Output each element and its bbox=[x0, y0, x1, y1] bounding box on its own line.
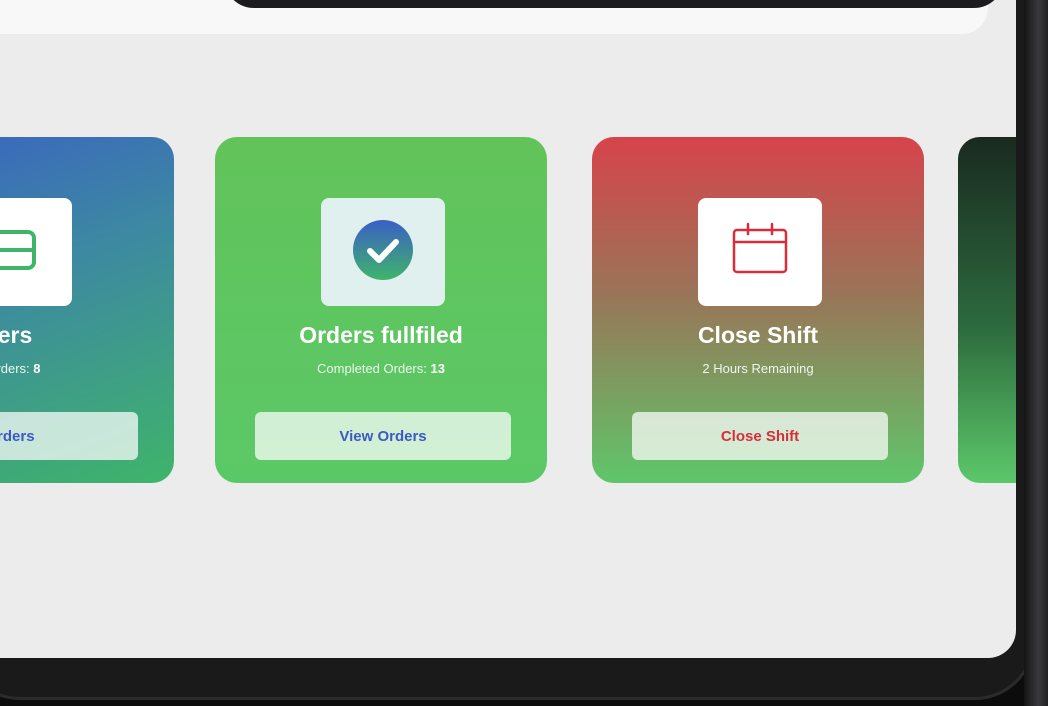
check-circle-icon bbox=[351, 218, 415, 287]
card-subtitle: 2 Hours Remaining bbox=[702, 361, 814, 376]
receipt-icon bbox=[0, 218, 42, 287]
next-card-partial[interactable] bbox=[958, 137, 1016, 483]
view-orders-button[interactable]: View Orders bbox=[255, 412, 511, 460]
card-subtitle: g Orders: 8 bbox=[0, 361, 41, 376]
card-subtitle: Completed Orders: 13 bbox=[317, 361, 445, 376]
card-title: ders bbox=[0, 322, 33, 348]
view-pending-orders-button[interactable]: Orders bbox=[0, 412, 138, 460]
close-shift-button[interactable]: Close Shift bbox=[632, 412, 888, 460]
dashboard-cards: ders g Orders: 8 Orders bbox=[0, 0, 1016, 658]
close-shift-card[interactable]: Close Shift 2 Hours Remaining Close Shif… bbox=[592, 137, 924, 483]
card-title: Orders fullfiled bbox=[299, 322, 463, 348]
icon-box bbox=[0, 198, 72, 306]
calendar-icon bbox=[728, 218, 792, 287]
device-edge bbox=[1024, 0, 1048, 706]
orders-fulfilled-card[interactable]: Orders fullfiled Completed Orders: 13 Vi… bbox=[215, 137, 547, 483]
app-screen: ders g Orders: 8 Orders bbox=[0, 0, 1016, 658]
icon-box bbox=[698, 198, 822, 306]
card-title: Close Shift bbox=[697, 322, 819, 348]
icon-box bbox=[321, 198, 445, 306]
pending-orders-card[interactable]: ders g Orders: 8 Orders bbox=[0, 137, 174, 483]
